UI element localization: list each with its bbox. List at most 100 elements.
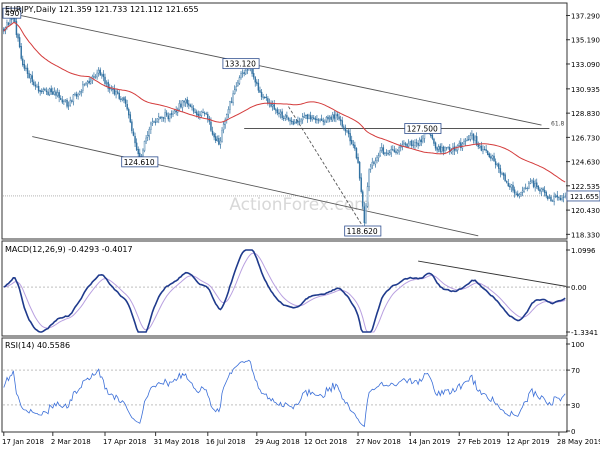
candle-body (445, 147, 448, 149)
candle-body (42, 89, 45, 92)
price-tick-label: 130.935 (571, 86, 600, 94)
candle-body (469, 134, 472, 140)
candle-body (466, 139, 468, 141)
candle-body (325, 117, 328, 122)
candle-body (371, 161, 373, 166)
candle-body (294, 121, 296, 124)
candle-body (113, 88, 116, 95)
candle-body (278, 112, 280, 115)
candle-body (56, 92, 59, 97)
candle-body (257, 82, 260, 91)
candle-body (121, 98, 124, 101)
candle-body (539, 189, 541, 192)
candle-body (273, 104, 275, 110)
candle-body (468, 139, 470, 141)
candle-body (551, 200, 554, 202)
candle-body (292, 121, 294, 125)
candle-body (396, 150, 399, 153)
candle-body (74, 93, 76, 95)
price-tick-label: 135.190 (571, 37, 600, 45)
candle-body (306, 114, 309, 120)
candle-body (50, 88, 52, 93)
candle-body (129, 114, 132, 123)
candle-body (131, 121, 133, 132)
date-label: 27 Nov 2018 (356, 438, 401, 446)
candle-body (200, 111, 203, 116)
candle-body (275, 109, 277, 111)
candle-body (548, 197, 551, 199)
candle-body (561, 197, 563, 200)
candle-body (216, 138, 219, 142)
candle-body (504, 174, 506, 182)
candle-body (110, 88, 113, 90)
candle-body (328, 117, 331, 119)
candle-body (305, 115, 307, 117)
candle-body (238, 77, 241, 84)
candle-body (69, 100, 71, 106)
candle-body (82, 84, 84, 91)
candle-body (52, 91, 54, 95)
candle-body (339, 119, 342, 122)
candle-body (358, 161, 361, 179)
candle-body (167, 115, 169, 120)
candle-body (543, 189, 546, 193)
candle-body (537, 185, 540, 190)
candle-body (373, 162, 375, 164)
candle-body (297, 120, 299, 123)
candle-body (83, 83, 86, 85)
candle-body (474, 136, 476, 141)
macd-tick-label: -1.3341 (571, 329, 598, 337)
candle-body (463, 141, 465, 145)
candle-body (134, 135, 136, 144)
candle-body (159, 117, 162, 119)
candle-body (188, 103, 190, 106)
macd-tick-label: 1.0996 (571, 247, 596, 255)
candle-body (230, 101, 233, 103)
candle-body (433, 138, 435, 144)
candle-body (262, 96, 264, 98)
candle-body (229, 101, 231, 110)
candle-body (161, 117, 163, 119)
candle-body (197, 113, 200, 116)
candle-body (376, 157, 378, 161)
candle-body (165, 112, 168, 116)
candle-body (210, 121, 212, 131)
candle-body (213, 133, 215, 138)
candle-body (90, 81, 92, 84)
candle-body (254, 77, 256, 83)
date-label: 16 Jul 2018 (206, 438, 246, 446)
candle-body (436, 147, 438, 151)
candle-body (232, 93, 234, 104)
candle-body (240, 73, 242, 78)
rsi-tick-label: 30 (571, 402, 580, 410)
candle-body (485, 149, 487, 152)
candle-body (515, 193, 517, 195)
candle-body (58, 92, 60, 98)
candle-body (146, 135, 149, 138)
candle-body (153, 121, 155, 123)
date-label: 29 Aug 2018 (255, 438, 300, 446)
candle-body (64, 99, 67, 101)
candle-body (259, 90, 261, 93)
candle-body (512, 184, 514, 191)
candle-body (564, 195, 566, 197)
candle-body (196, 111, 198, 115)
candle-body (148, 128, 150, 136)
candle-body (517, 193, 519, 197)
price-tick-label: 128.830 (571, 110, 600, 118)
candle-body (7, 22, 10, 25)
candle-body (458, 143, 460, 146)
candle-body (346, 130, 348, 132)
candle-body (246, 69, 249, 71)
candle-body (241, 72, 244, 75)
candle-body (199, 114, 201, 117)
candle-body (379, 150, 381, 156)
candle-body (524, 187, 527, 189)
candle-body (36, 86, 38, 88)
date-label: 2 Mar 2018 (51, 438, 91, 446)
candle-body (510, 184, 513, 188)
date-label: 12 Apr 2019 (506, 438, 549, 446)
candle-body (357, 157, 359, 163)
candle-body (350, 139, 353, 144)
candle-body (301, 116, 304, 121)
